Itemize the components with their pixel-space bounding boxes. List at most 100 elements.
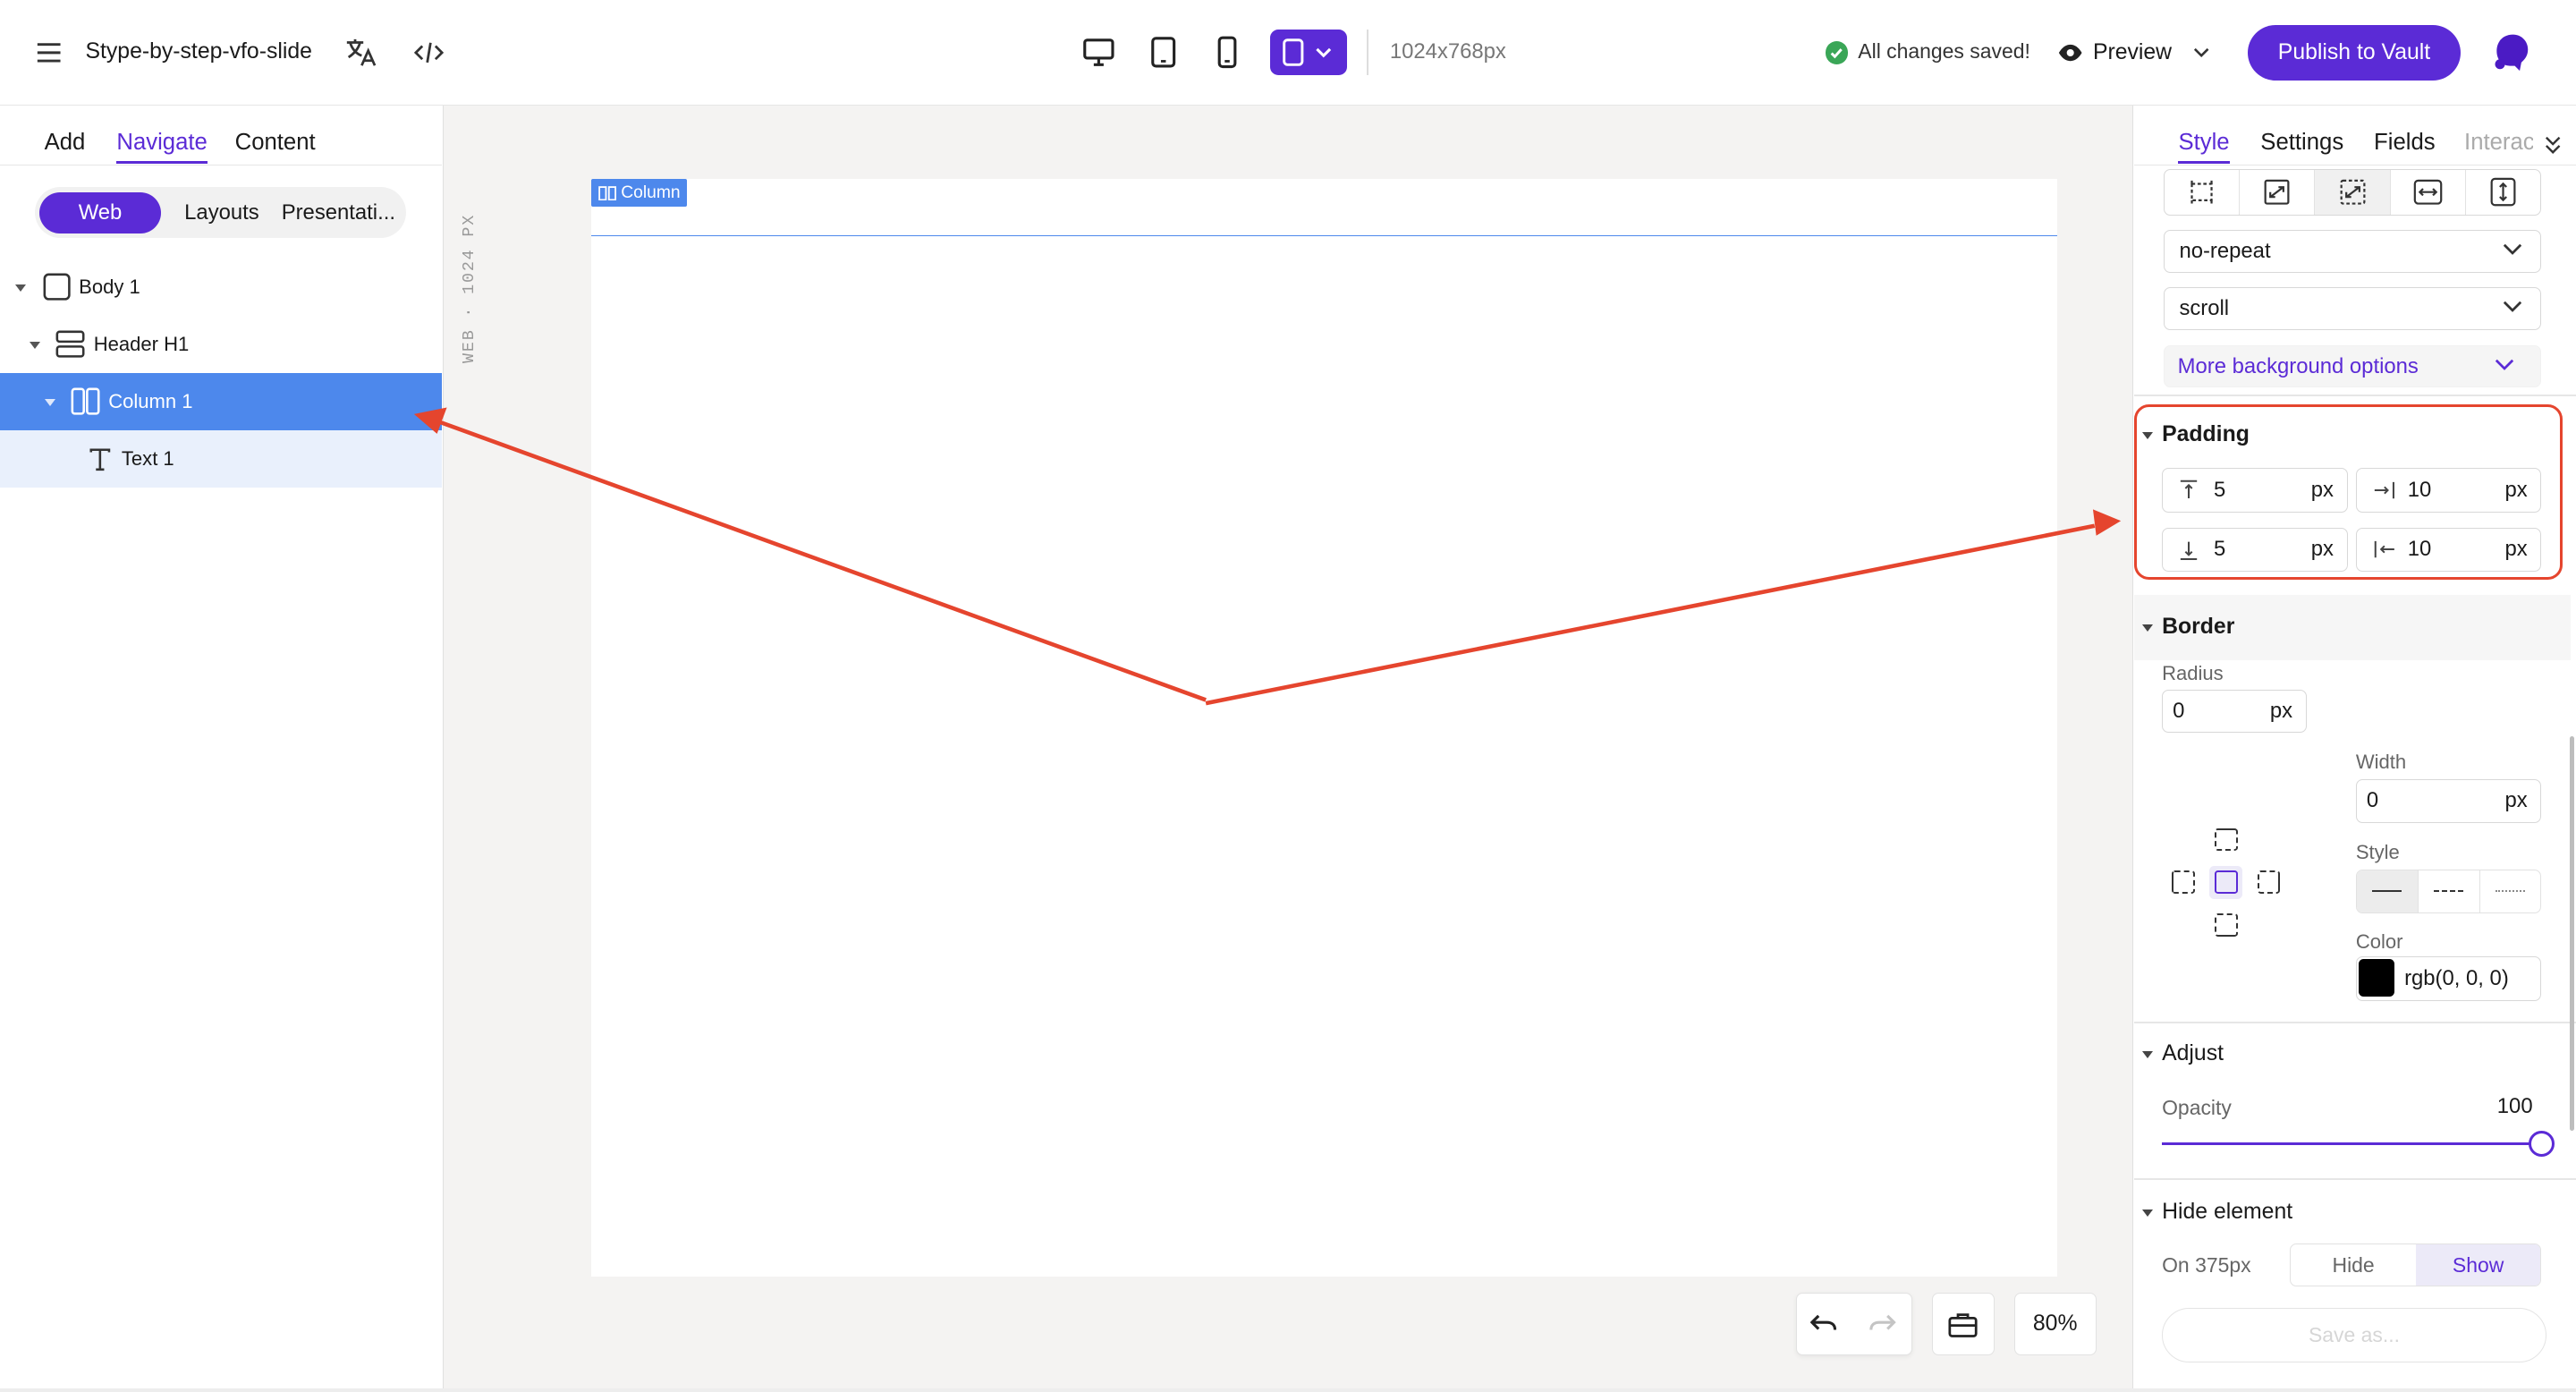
zoom-level[interactable]: 80% (2013, 1293, 2097, 1356)
save-as-button[interactable]: Save as... (2162, 1308, 2546, 1362)
mobile-view-icon[interactable] (1211, 35, 1244, 71)
tree-item-header[interactable]: Header H1 (0, 316, 442, 373)
translate-icon[interactable] (343, 36, 379, 69)
tree-item-column[interactable]: Column 1 (0, 372, 443, 431)
page-frame[interactable] (591, 179, 2057, 1277)
background-size-group (2163, 169, 2542, 216)
background-attachment-select[interactable]: scroll (2163, 287, 2542, 331)
dotted-line (2495, 890, 2525, 893)
border-side-picker (2165, 821, 2291, 946)
section-divider (2133, 1177, 2576, 1180)
panel-scrollbar[interactable] (2569, 735, 2575, 1131)
canvas-area[interactable]: WEB · 1024 PX Column 80% (443, 105, 2133, 1392)
text-icon (89, 448, 111, 471)
code-icon[interactable] (412, 36, 445, 69)
tablet-view-icon[interactable] (1145, 35, 1181, 71)
mode-presentation[interactable]: Presentati... (276, 192, 402, 233)
section-divider (2133, 394, 2576, 396)
border-width-unit: px (2504, 788, 2528, 813)
collapse-caret-icon[interactable] (2142, 1209, 2154, 1218)
bg-contain-icon[interactable] (2240, 170, 2316, 215)
collapse-caret-icon[interactable] (2142, 624, 2154, 632)
bg-fit-width-icon[interactable] (2391, 170, 2467, 215)
bg-cover-icon[interactable] (2315, 170, 2391, 215)
tree-item-label: Text 1 (121, 447, 174, 471)
border-left-side[interactable] (2172, 870, 2195, 895)
hide-button[interactable]: Hide (2291, 1244, 2416, 1286)
undo-icon[interactable] (1807, 1308, 1840, 1341)
header-icon (55, 330, 85, 358)
more-background-options[interactable]: More background options (2163, 344, 2542, 388)
tree-item-label: Column 1 (108, 390, 193, 413)
bg-auto-icon[interactable] (2165, 170, 2241, 215)
selection-tag-label: Column (621, 182, 681, 202)
border-width-field[interactable]: 0 px (2355, 778, 2542, 824)
hide-element-title: Hide element (2162, 1199, 2293, 1224)
border-all-inner (2214, 870, 2238, 895)
opacity-value: 100 (2496, 1094, 2533, 1119)
eye-icon (2058, 44, 2082, 61)
tabs-divider (2133, 164, 2576, 166)
menu-icon[interactable] (33, 36, 66, 69)
border-color-value: rgb(0, 0, 0) (2404, 965, 2509, 990)
preview-label: Preview (2092, 39, 2173, 64)
preview-button[interactable]: Preview (2057, 33, 2215, 72)
expand-caret-icon[interactable] (44, 399, 55, 408)
tab-style[interactable]: Style (2178, 130, 2230, 164)
user-avatar-icon[interactable] (2489, 30, 2535, 75)
tree-item-text[interactable]: Text 1 (0, 430, 443, 488)
tab-add[interactable]: Add (45, 130, 86, 156)
opacity-label: Opacity (2162, 1096, 2232, 1120)
adjust-title: Adjust (2162, 1041, 2224, 1066)
hide-on-label: On 375px (2162, 1253, 2251, 1277)
tab-fields[interactable]: Fields (2374, 130, 2436, 156)
window-bottom-edge (0, 1388, 2576, 1392)
save-status: All changes saved! (1858, 39, 2030, 64)
publish-button[interactable]: Publish to Vault (2247, 24, 2462, 81)
top-bar: Stype-by-step-vfo-slide 1024x768px All c… (0, 0, 2576, 106)
redo-icon[interactable] (1866, 1308, 1899, 1341)
border-bottom-side[interactable] (2214, 913, 2238, 937)
expand-caret-icon[interactable] (14, 284, 26, 293)
tab-settings[interactable]: Settings (2260, 130, 2343, 156)
border-style-dotted[interactable] (2480, 870, 2541, 913)
tree-item-body[interactable]: Body 1 (0, 258, 442, 315)
tab-content[interactable]: Content (235, 130, 316, 156)
border-right-side[interactable] (2257, 870, 2281, 895)
briefcase-button[interactable] (1931, 1293, 1995, 1356)
select-value: no-repeat (2179, 239, 2271, 263)
chevron-down-icon (2503, 301, 2522, 313)
resolution-label: 1024x768px (1389, 39, 1506, 64)
selected-column-outline[interactable] (591, 179, 2057, 237)
border-style-dashed[interactable] (2419, 870, 2480, 913)
show-button[interactable]: Show (2415, 1244, 2541, 1286)
opacity-slider-thumb[interactable] (2528, 1130, 2555, 1158)
desktop-view-icon[interactable] (1080, 35, 1119, 71)
border-color-field[interactable]: rgb(0, 0, 0) (2355, 955, 2542, 1001)
style-label: Style (2355, 841, 2400, 864)
color-swatch[interactable] (2358, 958, 2395, 997)
opacity-slider-track[interactable] (2162, 1142, 2534, 1146)
tab-navigate[interactable]: Navigate (116, 130, 208, 164)
border-width-value: 0 (2366, 788, 2379, 813)
hide-show-group: Hide Show (2290, 1243, 2542, 1287)
background-repeat-select[interactable]: no-repeat (2163, 230, 2542, 273)
color-label: Color (2355, 929, 2403, 953)
mode-layouts[interactable]: Layouts (169, 192, 275, 233)
border-style-solid[interactable] (2356, 870, 2419, 913)
divider (1367, 30, 1368, 76)
tabs-more-icon[interactable] (2540, 132, 2566, 157)
saved-check-icon (1825, 40, 1849, 64)
collapse-caret-icon[interactable] (2142, 1051, 2154, 1060)
device-select-button[interactable] (1269, 30, 1348, 76)
width-label: Width (2355, 751, 2407, 774)
expand-caret-icon[interactable] (30, 342, 41, 350)
radius-value: 0 (2173, 699, 2185, 724)
radius-field[interactable]: 0 px (2162, 690, 2307, 734)
border-top-side[interactable] (2214, 828, 2238, 852)
bg-fit-height-icon[interactable] (2466, 170, 2540, 214)
mode-web[interactable]: Web (39, 191, 161, 233)
tab-interactions[interactable]: Interac (2464, 130, 2533, 156)
left-panel: Add Navigate Content Web Layouts Present… (0, 105, 444, 1392)
tree-item-label: Body 1 (79, 275, 140, 298)
